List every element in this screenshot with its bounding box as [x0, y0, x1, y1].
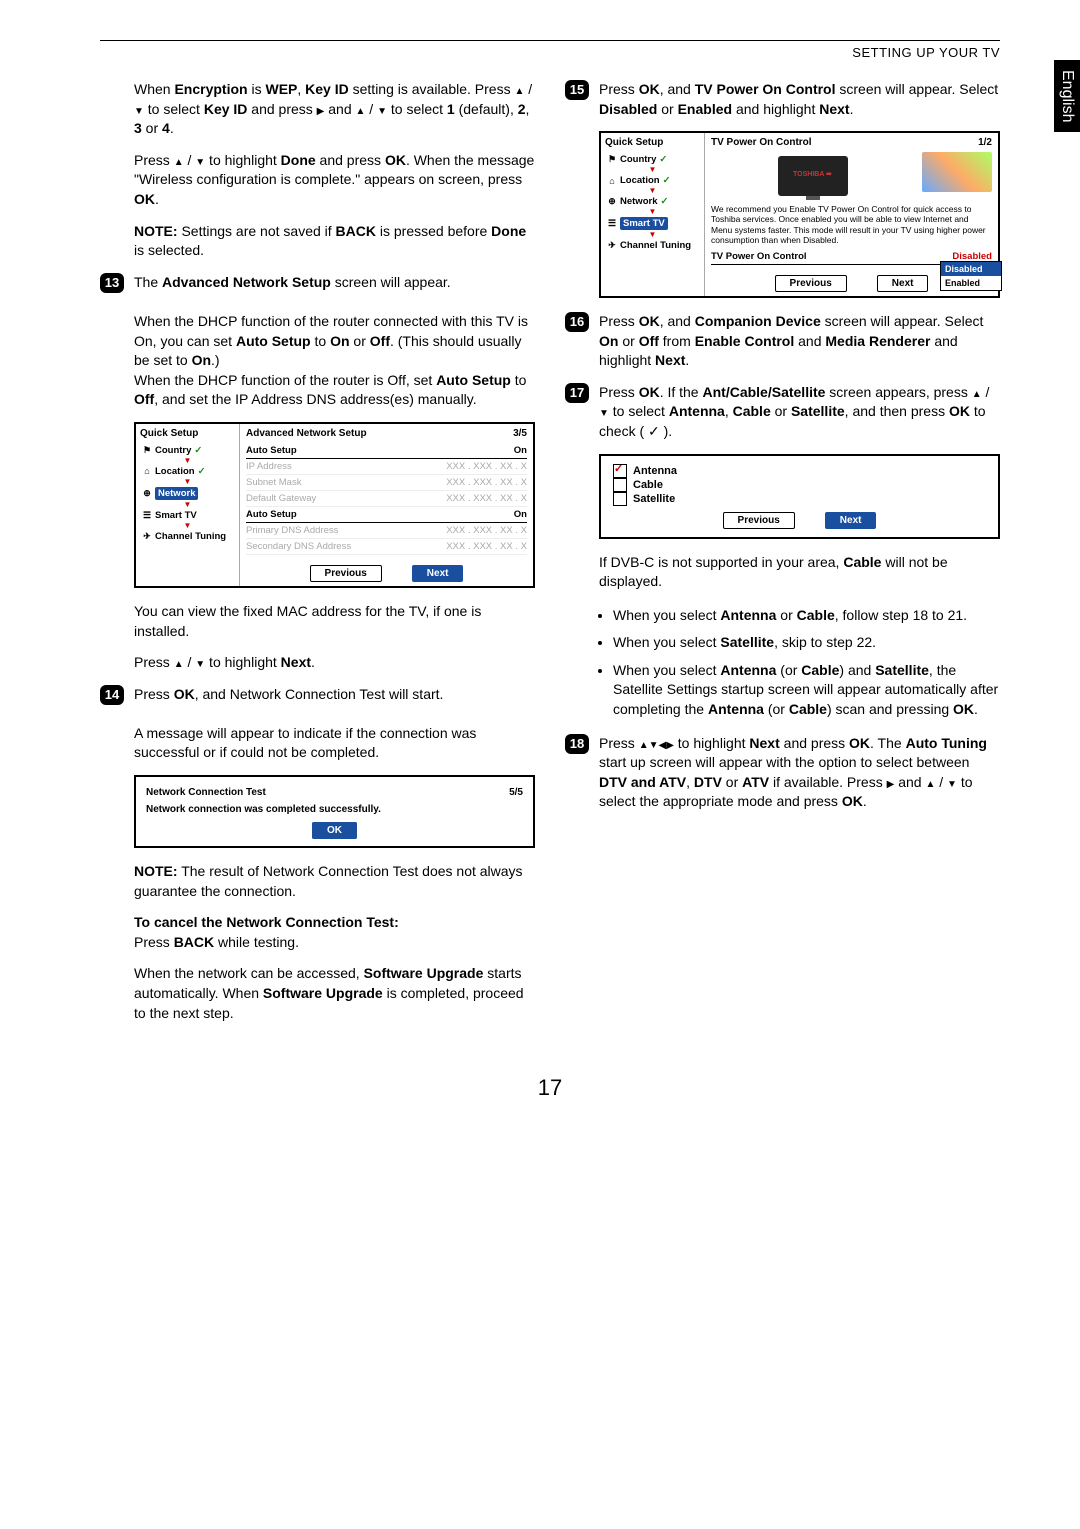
cable-checkbox[interactable]: [613, 478, 627, 492]
step-16-badge: 16: [565, 312, 589, 332]
dvbc-note: If DVB-C is not supported in your area, …: [599, 553, 1000, 592]
done-paragraph: Press / to highlight Done and press OK. …: [134, 151, 535, 210]
up-icon: [514, 81, 524, 97]
next-button[interactable]: Next: [825, 512, 877, 529]
antenna-checkbox[interactable]: [613, 464, 627, 478]
previous-button[interactable]: Previous: [775, 275, 847, 292]
fig-tv-power: Quick Setup ⚑Country✓ ▼ ⌂Location✓ ▼ ⊕Ne…: [599, 131, 1000, 298]
step-14-badge: 14: [100, 685, 124, 705]
previous-button[interactable]: Previous: [723, 512, 795, 529]
selection-bullets: When you select Antenna or Cable, follow…: [565, 606, 1000, 720]
wep-paragraph: When Encryption is WEP, Key ID setting i…: [134, 80, 535, 139]
step-13-badge: 13: [100, 273, 124, 293]
fig-network-test: Network Connection Test5/5 Network conne…: [134, 775, 535, 848]
down-icon: [134, 101, 144, 117]
highlight-next: Press / to highlight Next.: [134, 653, 535, 673]
note-back: NOTE: Settings are not saved if BACK is …: [134, 222, 535, 261]
step-18-text: Press to highlight Next and press OK. Th…: [599, 734, 1000, 812]
step-15-badge: 15: [565, 80, 589, 100]
enabled-dropdown[interactable]: Disabled Enabled: [940, 261, 1002, 291]
mac-paragraph: You can view the fixed MAC address for t…: [134, 602, 535, 641]
satellite-checkbox[interactable]: [613, 492, 627, 506]
cancel-test: To cancel the Network Connection Test: P…: [134, 913, 535, 952]
step-17-text: Press OK. If the Ant/Cable/Satellite scr…: [599, 383, 1000, 442]
step-14-text: Press OK, and Network Connection Test wi…: [134, 685, 535, 763]
page-number: 17: [100, 1075, 1000, 1101]
previous-button[interactable]: Previous: [310, 565, 382, 582]
page-header: SETTING UP YOUR TV: [100, 45, 1000, 60]
language-tab: English: [1054, 60, 1080, 132]
step-15-text: Press OK, and TV Power On Control screen…: [599, 80, 1000, 119]
step-16-text: Press OK, and Companion Device screen wi…: [599, 312, 1000, 371]
ok-button[interactable]: OK: [312, 822, 357, 839]
step-18-badge: 18: [565, 734, 589, 754]
software-upgrade: When the network can be accessed, Softwa…: [134, 964, 535, 1023]
note-network-test: NOTE: The result of Network Connection T…: [134, 862, 535, 901]
fig-advanced-network: Quick Setup ⚑Country✓ ▼ ⌂Location✓ ▼ ⊕Ne…: [134, 422, 535, 588]
fig-antenna-select: Antenna Cable Satellite Previous Next: [599, 454, 1000, 539]
next-button[interactable]: Next: [412, 565, 464, 582]
next-button[interactable]: Next: [877, 275, 929, 292]
step-17-badge: 17: [565, 383, 589, 403]
step-13-text: The Advanced Network Setup screen will a…: [134, 273, 535, 410]
